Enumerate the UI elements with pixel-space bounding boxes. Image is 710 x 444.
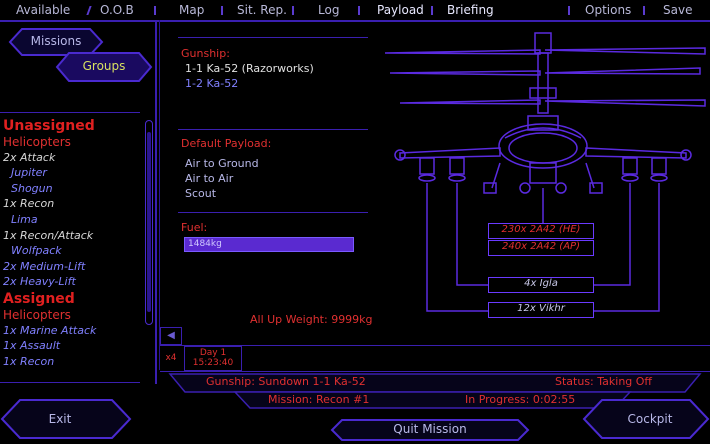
group-list-item[interactable]: 1x Recon xyxy=(3,197,54,210)
tab-options[interactable]: Options xyxy=(585,3,631,17)
top-divider xyxy=(0,20,710,22)
quit-mission-button[interactable]: Quit Mission xyxy=(330,422,530,436)
gunship-label: Gunship: xyxy=(181,47,230,60)
group-list-item[interactable]: Helicopters xyxy=(3,135,71,149)
group-list-item[interactable]: Lima xyxy=(11,213,38,226)
fuel-label: Fuel: xyxy=(181,221,208,234)
tab-separator xyxy=(154,6,156,15)
missions-button[interactable]: Missions xyxy=(8,34,104,48)
tab-separator xyxy=(358,6,360,15)
top-nav-bar: Available O.O.B Map Sit. Rep. Log Payloa… xyxy=(0,0,710,20)
group-list-item[interactable]: 2x Attack xyxy=(3,151,55,164)
tab-separator xyxy=(643,6,645,15)
weapon-igla-label: 4x Igla xyxy=(524,278,558,289)
status-progress: In Progress: 0:02:55 xyxy=(465,393,576,406)
weapon-cannon-ap-label: 240x 2A42 (AP) xyxy=(502,241,580,252)
tab-payload[interactable]: Payload xyxy=(377,3,424,17)
weapon-igla: 4x Igla xyxy=(488,277,594,293)
list-top-divider xyxy=(0,112,140,113)
group-list: Unassigned Helicopters 2x Attack Jupiter Sho… xyxy=(0,118,142,380)
group-list-item[interactable]: Helicopters xyxy=(3,308,71,322)
tab-available[interactable]: Available xyxy=(16,3,70,17)
group-list-item[interactable]: Assigned xyxy=(3,291,75,307)
weapon-cannon-ap: 240x 2A42 (AP) xyxy=(488,240,594,256)
tab-separator xyxy=(86,6,92,15)
tab-separator xyxy=(221,6,223,15)
timeline-day: Day 1 xyxy=(199,348,227,358)
timeline-top-border xyxy=(160,345,710,346)
group-list-item[interactable]: Wolfpack xyxy=(11,244,62,257)
group-list-item[interactable]: 1x Assault xyxy=(3,339,60,352)
group-list-item[interactable]: 1x Recon xyxy=(3,355,54,368)
tab-save[interactable]: Save xyxy=(663,3,692,17)
weapon-cannon-he: 230x 2A42 (HE) xyxy=(488,223,594,239)
fuel-value: 1484kg xyxy=(188,239,222,249)
groups-button[interactable]: Groups xyxy=(55,59,153,73)
group-list-item[interactable]: 2x Medium-Lift xyxy=(3,260,85,273)
payload-option-air-to-air[interactable]: Air to Air xyxy=(185,172,233,185)
status-state: Status: Taking Off xyxy=(555,375,653,388)
tab-separator xyxy=(292,6,294,15)
payload-option-air-to-ground[interactable]: Air to Ground xyxy=(185,157,259,170)
status-gunship: Gunship: Sundown 1-1 Ka-52 xyxy=(206,375,366,388)
tab-separator xyxy=(431,6,433,15)
group-list-item[interactable]: 1x Marine Attack xyxy=(3,324,96,337)
weapon-vikhr-label: 12x Vikhr xyxy=(517,303,565,314)
tab-briefing[interactable]: Briefing xyxy=(447,3,494,17)
tab-separator xyxy=(568,6,570,15)
exit-button[interactable]: Exit xyxy=(0,412,120,426)
tab-oob[interactable]: O.O.B xyxy=(100,3,134,17)
payload-section-divider xyxy=(178,129,368,130)
timeline-clock: Day 1 15:23:40 xyxy=(184,346,242,371)
group-list-item[interactable]: Jupiter xyxy=(11,166,47,179)
tab-map[interactable]: Map xyxy=(179,3,204,17)
fuel-section-divider xyxy=(178,212,368,213)
list-scrollbar-thumb[interactable] xyxy=(147,132,151,312)
payload-option-scout[interactable]: Scout xyxy=(185,187,216,200)
list-bottom-divider xyxy=(0,382,140,383)
group-list-item[interactable]: 1x Recon/Attack xyxy=(3,229,93,242)
gunship-item-1[interactable]: 1-1 Ka-52 (Razorworks) xyxy=(185,62,314,75)
timeline-scroll-left-icon[interactable]: ◀ xyxy=(160,327,182,345)
group-list-item[interactable]: Unassigned xyxy=(3,118,95,134)
left-panel-border xyxy=(155,20,157,384)
left-panel-border-inner xyxy=(159,20,160,370)
weapon-vikhr: 12x Vikhr xyxy=(488,302,594,318)
group-list-item[interactable]: 2x Heavy-Lift xyxy=(3,275,76,288)
status-mission: Mission: Recon #1 xyxy=(268,393,370,406)
cockpit-button[interactable]: Cockpit xyxy=(595,412,705,426)
default-payload-label: Default Payload: xyxy=(181,137,272,150)
fuel-slider[interactable]: 1484kg xyxy=(184,237,354,252)
group-list-item[interactable]: Shogun xyxy=(11,182,53,195)
tab-sit-rep[interactable]: Sit. Rep. xyxy=(237,3,287,17)
gunship-section-divider xyxy=(178,37,368,38)
gunship-item-2[interactable]: 1-2 Ka-52 xyxy=(185,77,238,90)
timeline-time: 15:23:40 xyxy=(192,358,234,368)
weapon-cannon-he-label: 230x 2A42 (HE) xyxy=(501,224,581,235)
all-up-weight: All Up Weight: 9999kg xyxy=(250,313,373,326)
time-speed[interactable]: x4 xyxy=(160,348,182,368)
tab-log[interactable]: Log xyxy=(318,3,339,17)
